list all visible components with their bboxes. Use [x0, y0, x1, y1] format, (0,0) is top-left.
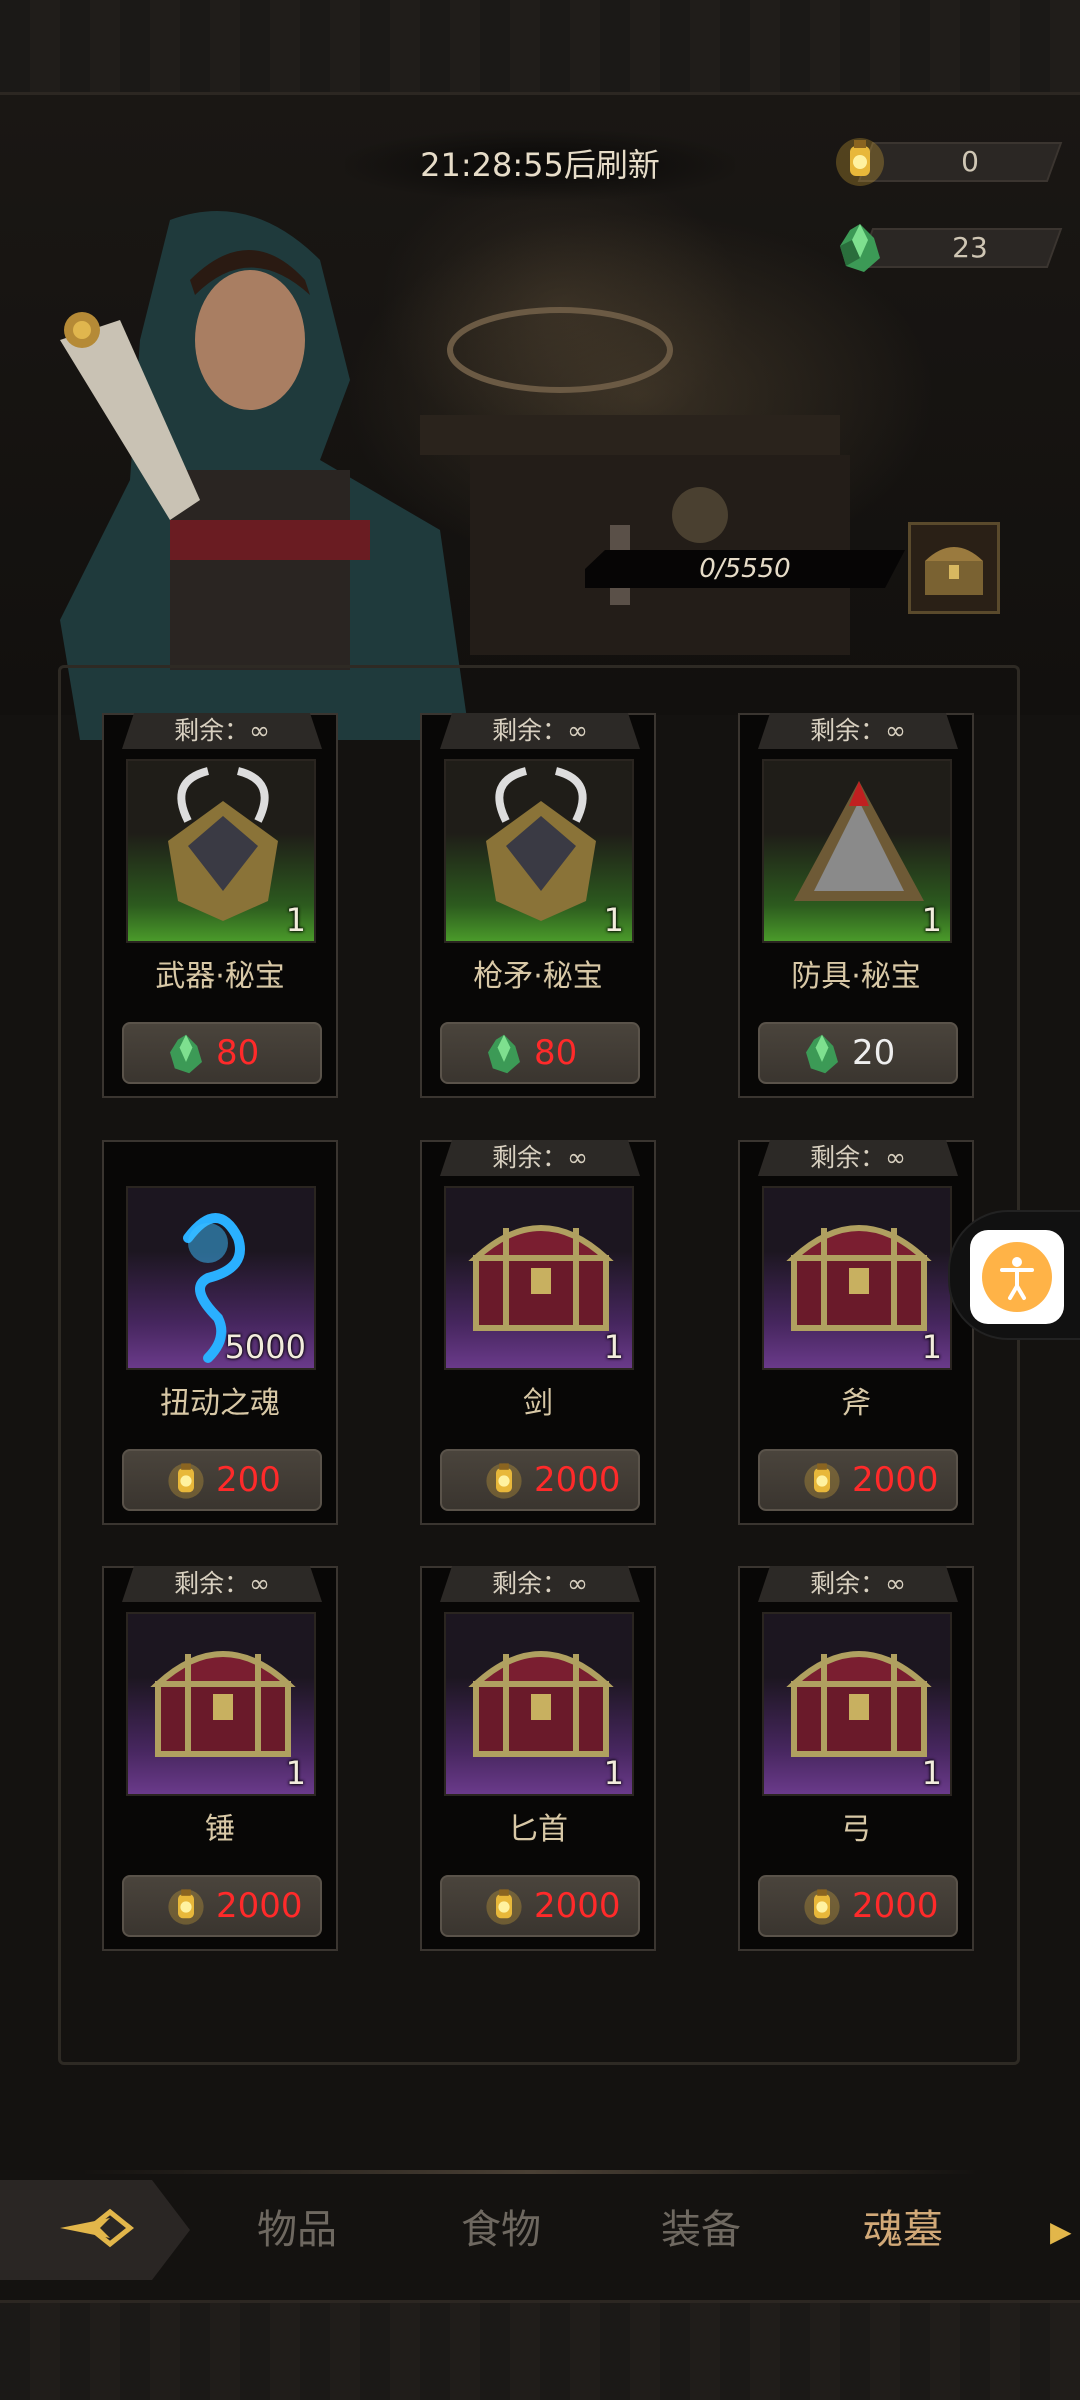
refresh-timer: 21:28:55后刷新 [345, 130, 735, 200]
shop-item-card[interactable]: 剩余：∞ 1 防具·秘宝 20 [738, 713, 974, 1098]
item-count: 1 [921, 901, 942, 939]
price-value: 2000 [216, 1886, 303, 1926]
item-thumbnail: 5000 [126, 1186, 316, 1370]
buy-button[interactable]: 2000 [440, 1449, 640, 1511]
tab-bar-divider [80, 2170, 980, 2174]
price-value: 80 [216, 1033, 260, 1073]
green-crystal-value: 23 [952, 231, 988, 264]
item-count: 1 [603, 1328, 624, 1366]
item-thumbnail: 1 [126, 759, 316, 943]
top-frame [0, 0, 1080, 95]
green-crystal-icon [170, 1034, 202, 1074]
bottom-tab-bar: 物品 食物 装备 魂墓 ▶ [0, 2170, 1080, 2300]
stock-remaining-label: 剩余：∞ [122, 713, 322, 749]
shop-item-card[interactable]: 剩余：∞ 1 弓 2000 [738, 1566, 974, 1951]
price-value: 2000 [852, 1460, 939, 1500]
accessibility-float-button[interactable] [948, 1210, 1080, 1340]
stock-remaining-label: 剩余：∞ [440, 713, 640, 749]
buy-button[interactable]: 200 [122, 1449, 322, 1511]
purchase-progress-bar: 0/5550 [585, 550, 905, 588]
item-count: 1 [921, 1754, 942, 1792]
stock-remaining-label: 剩余：∞ [758, 1566, 958, 1602]
lantern-coin-balance: 0 [830, 138, 1063, 186]
stock-remaining-label: 剩余：∞ [122, 1566, 322, 1602]
item-name: 匕首 [508, 1812, 568, 1847]
shop-item-card[interactable]: 剩余：∞ 1 枪矛·秘宝 80 [420, 713, 656, 1098]
price-value: 20 [852, 1033, 896, 1073]
tab-soul-tomb[interactable]: 魂墓 [828, 2200, 978, 2260]
merchant-character [20, 200, 490, 740]
accessibility-button-inner [970, 1230, 1064, 1324]
price-value: 2000 [852, 1886, 939, 1926]
shop-item-card[interactable]: 剩余：∞ 1 武器·秘宝 80 [102, 713, 338, 1098]
buy-button[interactable]: 80 [440, 1022, 640, 1084]
shop-item-card[interactable]: 5000 扭动之魂 200 [102, 1140, 338, 1525]
item-name: 扭动之魂 [160, 1386, 280, 1421]
item-count: 1 [603, 901, 624, 939]
item-thumbnail: 1 [762, 1612, 952, 1796]
stock-remaining-label: 剩余：∞ [758, 1140, 958, 1176]
lantern-coin-icon [486, 1463, 522, 1499]
item-thumbnail: 1 [444, 759, 634, 943]
item-name: 斧 [841, 1386, 871, 1421]
item-thumbnail: 1 [444, 1612, 634, 1796]
accessibility-icon [982, 1242, 1052, 1312]
stock-remaining-label: 剩余：∞ [758, 713, 958, 749]
shop-item-card[interactable]: 剩余：∞ 1 剑 2000 [420, 1140, 656, 1525]
green-crystal-icon [488, 1034, 520, 1074]
tab-equipment[interactable]: 装备 [626, 2200, 776, 2260]
price-value: 2000 [534, 1460, 621, 1500]
bottom-frame [0, 2300, 1080, 2400]
lantern-coin-icon [168, 1463, 204, 1499]
lantern-coin-icon [486, 1889, 522, 1925]
chest-icon [925, 547, 983, 595]
shop-item-card[interactable]: 剩余：∞ 1 匕首 2000 [420, 1566, 656, 1951]
item-name: 锤 [205, 1812, 235, 1847]
tab-items[interactable]: 物品 [222, 2200, 372, 2260]
buy-button[interactable]: 2000 [440, 1875, 640, 1937]
lantern-coin-icon [804, 1463, 840, 1499]
progress-reward-chest-button[interactable] [908, 522, 1000, 614]
item-count: 1 [603, 1754, 624, 1792]
price-value: 200 [216, 1460, 281, 1500]
item-name: 枪矛·秘宝 [473, 959, 603, 994]
buy-button[interactable]: 2000 [758, 1875, 958, 1937]
buy-button[interactable]: 80 [122, 1022, 322, 1084]
stock-remaining-label: 剩余：∞ [440, 1566, 640, 1602]
item-count: 1 [285, 1754, 306, 1792]
item-name: 弓 [841, 1812, 871, 1847]
item-name: 武器·秘宝 [155, 959, 285, 994]
item-thumbnail: 1 [762, 1186, 952, 1370]
item-count: 5000 [224, 1328, 306, 1366]
tab-food[interactable]: 食物 [426, 2200, 576, 2260]
lantern-coin-value: 0 [961, 145, 979, 178]
price-value: 80 [534, 1033, 578, 1073]
tab-next-arrow-icon[interactable]: ▶ [1050, 2215, 1080, 2248]
green-crystal-icon [840, 224, 880, 272]
item-thumbnail: 1 [762, 759, 952, 943]
shop-item-card[interactable]: 剩余：∞ 1 锤 2000 [102, 1566, 338, 1951]
item-name: 剑 [523, 1386, 553, 1421]
buy-button[interactable]: 20 [758, 1022, 958, 1084]
item-thumbnail: 1 [126, 1612, 316, 1796]
item-thumbnail: 1 [444, 1186, 634, 1370]
stock-remaining-label: 剩余：∞ [440, 1140, 640, 1176]
lantern-coin-icon [836, 138, 884, 186]
back-button[interactable] [0, 2180, 190, 2280]
shop-item-card[interactable]: 剩余：∞ 1 斧 2000 [738, 1140, 974, 1525]
item-count: 1 [921, 1328, 942, 1366]
progress-text: 0/5550 [699, 554, 791, 584]
green-crystal-balance: 23 [830, 224, 1063, 272]
lantern-coin-icon [804, 1889, 840, 1925]
arrow-back-icon [60, 2208, 135, 2248]
buy-button[interactable]: 2000 [122, 1875, 322, 1937]
item-name: 防具·秘宝 [791, 959, 921, 994]
buy-button[interactable]: 2000 [758, 1449, 958, 1511]
item-count: 1 [285, 901, 306, 939]
price-value: 2000 [534, 1886, 621, 1926]
green-crystal-icon [806, 1034, 838, 1074]
lantern-coin-icon [168, 1889, 204, 1925]
